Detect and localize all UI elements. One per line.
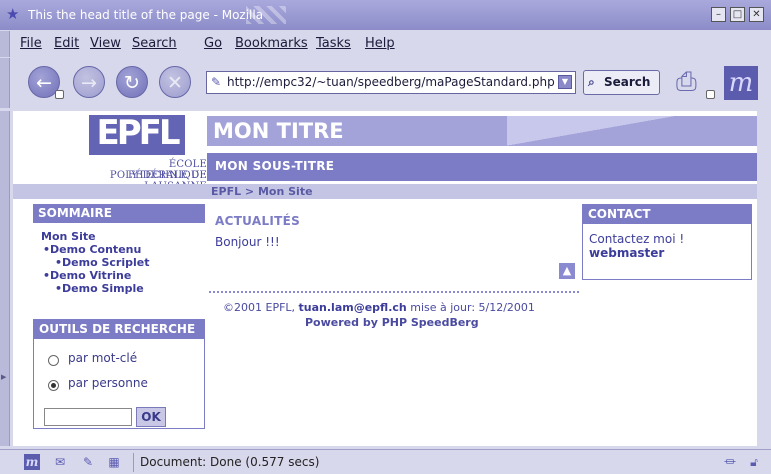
search-tools-box: OUTILS DE RECHERCHE par mot-clé par pers…: [33, 319, 205, 429]
mail-icon[interactable]: ✉: [52, 454, 68, 470]
radio-person[interactable]: [48, 380, 59, 391]
reload-icon[interactable]: ↻: [116, 66, 148, 98]
title-banner: MON TITRE: [207, 116, 757, 146]
footer-divider: [209, 291, 579, 293]
scroll-top-icon[interactable]: ▲: [559, 263, 575, 279]
breadcrumb: EPFL > Mon Site: [13, 184, 757, 199]
url-bar[interactable]: ✎ http://empc32/~tuan/speedberg/maPageSt…: [206, 71, 576, 94]
title-bar: ★ This the head title of the page - Mozi…: [0, 0, 771, 30]
back-dropdown-icon[interactable]: [55, 90, 64, 99]
search-button-label: Search: [604, 75, 651, 89]
print-dropdown-icon[interactable]: [706, 90, 715, 99]
sidebar-grip[interactable]: ▶: [0, 111, 10, 446]
menubar-grip[interactable]: [0, 31, 10, 57]
page-proxy-icon: ✎: [211, 75, 222, 89]
navigation-toolbar: ← → ↻ ✕ ✎ http://empc32/~tuan/speedberg/…: [0, 58, 771, 108]
news-text: Bonjour !!!: [215, 235, 280, 249]
webmaster-link[interactable]: webmaster: [589, 246, 664, 260]
page-content: EPFL ÉCOLE POLYTECHNIQUE FÉDÉRALE DE LAU…: [13, 111, 757, 446]
menu-help[interactable]: Help: [365, 36, 395, 51]
mozilla-icon[interactable]: m: [24, 454, 40, 470]
footer-line: ©2001 EPFL, tuan.lam@epfl.ch mise à jour…: [223, 301, 535, 314]
radio-person-label: par personne: [68, 376, 148, 390]
menu-bar: File Edit View Search Go Bookmarks Tasks…: [0, 31, 771, 57]
maximize-icon[interactable]: □: [730, 7, 745, 22]
logo-text: EPFL: [96, 113, 180, 153]
radio-keyword-label: par mot-clé: [68, 351, 138, 365]
stop-icon[interactable]: ✕: [159, 66, 191, 98]
menu-search[interactable]: Search: [132, 36, 177, 51]
nav-link-demo-simple[interactable]: •Demo Simple: [55, 282, 144, 295]
window-title: This the head title of the page - Mozill…: [28, 8, 264, 22]
search-icon: ⌕: [588, 75, 595, 89]
page-title: MON TITRE: [213, 119, 344, 143]
forward-icon[interactable]: →: [73, 66, 105, 98]
menu-edit[interactable]: Edit: [54, 36, 79, 51]
composer-icon[interactable]: ✎: [80, 454, 96, 470]
title-decoration: [246, 6, 286, 24]
nav-link-mon-site[interactable]: Mon Site: [41, 230, 96, 243]
close-icon[interactable]: ✕: [749, 7, 764, 22]
mozilla-throbber-icon[interactable]: m: [724, 66, 758, 100]
ok-button[interactable]: OK: [136, 407, 166, 427]
menu-go[interactable]: Go: [204, 36, 222, 51]
address-book-icon[interactable]: ▦: [106, 454, 122, 470]
menu-view[interactable]: View: [90, 36, 121, 51]
menu-bookmarks[interactable]: Bookmarks: [235, 36, 308, 51]
footer-copyright: ©2001 EPFL,: [223, 301, 296, 314]
security-lock-icon[interactable]: 🔓︎: [746, 454, 762, 470]
news-heading: ACTUALITÉS: [215, 214, 301, 228]
url-text: http://empc32/~tuan/speedberg/maPageStan…: [227, 75, 555, 89]
epfl-logo[interactable]: EPFL ÉCOLE POLYTECHNIQUE FÉDÉRALE DE LAU…: [73, 113, 207, 192]
status-bar: m ✉ ✎ ▦ Document: Done (0.577 secs) ⏛ 🔓︎: [0, 449, 771, 474]
menu-file[interactable]: File: [20, 36, 42, 51]
status-text: Document: Done (0.577 secs): [140, 455, 320, 469]
nav-link-demo-contenu[interactable]: •Demo Contenu: [43, 243, 141, 256]
menu-tasks[interactable]: Tasks: [316, 36, 351, 51]
mozilla-star-icon: ★: [6, 5, 20, 23]
online-status-icon[interactable]: ⏛: [718, 454, 742, 470]
subtitle-banner: MON SOUS-TITRE: [207, 153, 757, 181]
breadcrumb-text[interactable]: EPFL > Mon Site: [211, 185, 313, 198]
sidebar-arrow-icon[interactable]: ▶: [1, 373, 9, 381]
url-dropdown-icon[interactable]: ▼: [558, 75, 572, 89]
search-tools-input[interactable]: [44, 408, 132, 426]
minimize-icon[interactable]: –: [711, 7, 726, 22]
search-tools-heading: OUTILS DE RECHERCHE: [34, 320, 204, 339]
footer-updated: mise à jour: 5/12/2001: [410, 301, 535, 314]
toolbar-grip[interactable]: [0, 58, 10, 108]
contact-text: Contactez moi !: [589, 232, 685, 246]
nav-link-demo-scriplet[interactable]: •Demo Scriplet: [55, 256, 149, 269]
sommaire-heading: SOMMAIRE: [33, 204, 205, 223]
page-subtitle: MON SOUS-TITRE: [215, 159, 335, 173]
nav-link-demo-vitrine[interactable]: •Demo Vitrine: [43, 269, 131, 282]
contact-box: CONTACT Contactez moi ! webmaster: [582, 204, 752, 280]
search-button[interactable]: ⌕ Search: [583, 70, 660, 95]
radio-keyword[interactable]: [48, 355, 59, 366]
footer-email-link[interactable]: tuan.lam@epfl.ch: [299, 301, 407, 314]
contact-heading: CONTACT: [583, 205, 751, 224]
print-icon[interactable]: ⎙: [676, 68, 710, 96]
footer-powered: Powered by PHP SpeedBerg: [305, 316, 479, 329]
